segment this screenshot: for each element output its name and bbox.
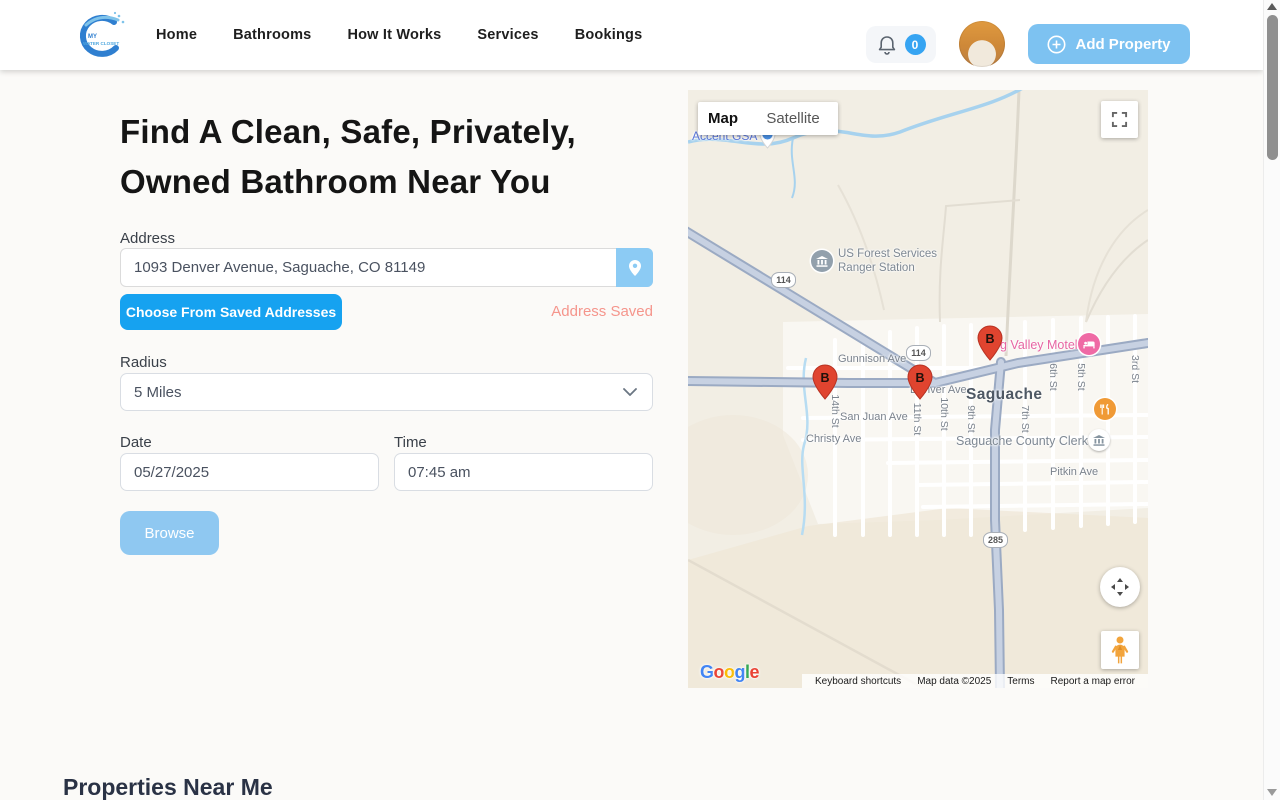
svg-text:B: B xyxy=(915,371,924,385)
map-label-pitkin-ave: Pitkin Ave xyxy=(1050,466,1098,478)
map-label-christy-ave: Christy Ave xyxy=(806,433,861,445)
ranger-station-line1: US Forest Services xyxy=(838,247,937,261)
government-building-icon xyxy=(811,250,833,272)
pan-control-button[interactable] xyxy=(1100,567,1140,607)
scrollbar-down-arrow[interactable] xyxy=(1267,789,1277,796)
google-logo[interactable]: Google xyxy=(700,662,759,683)
map-label-5th-st: 5th St xyxy=(1075,355,1087,399)
page-scrollbar[interactable] xyxy=(1263,0,1280,800)
avatar[interactable] xyxy=(959,21,1005,67)
county-clerk-building-icon xyxy=(1088,429,1110,451)
geolocate-button[interactable] xyxy=(616,248,653,287)
map-label-city-saguache: Saguache xyxy=(966,386,1042,404)
svg-text:B: B xyxy=(820,371,829,385)
logo[interactable]: MY WATER CLOSET xyxy=(72,10,128,62)
google-letter: g xyxy=(735,662,746,682)
map-label-11th-st: 11th St xyxy=(911,397,923,441)
bell-icon xyxy=(877,34,897,56)
address-saved-status: Address Saved xyxy=(487,303,653,320)
google-letter: o xyxy=(714,662,725,682)
browse-button[interactable]: Browse xyxy=(120,511,219,555)
choose-saved-addresses-button[interactable]: Choose From Saved Addresses xyxy=(120,294,342,330)
map-type-map-button[interactable]: Map xyxy=(698,102,748,135)
add-property-button[interactable]: Add Property xyxy=(1028,24,1190,64)
notification-count-badge: 0 xyxy=(905,34,926,55)
ranger-station-line2: Ranger Station xyxy=(838,261,937,275)
bathroom-marker-1[interactable]: B xyxy=(812,364,838,400)
main-nav: Home Bathrooms How It Works Services Boo… xyxy=(156,0,642,70)
route-shield-114-town: 114 xyxy=(906,345,931,361)
screen: MY WATER CLOSET Home Bathrooms How It Wo… xyxy=(0,0,1280,800)
map-label-3rd-st: 3rd St xyxy=(1129,347,1141,391)
chevron-down-icon xyxy=(623,388,637,396)
pegman-icon xyxy=(1109,635,1131,665)
map-label-valley-motel: g Valley Motel xyxy=(1000,338,1078,352)
nav-bathrooms[interactable]: Bathrooms xyxy=(233,27,311,43)
nav-services[interactable]: Services xyxy=(477,27,538,43)
properties-near-me-title: Properties Near Me xyxy=(63,774,273,800)
time-input-text[interactable] xyxy=(408,454,652,490)
address-label: Address xyxy=(120,230,175,247)
date-input-text[interactable] xyxy=(134,454,378,490)
map-label-gunnison-ave: Gunnison Ave xyxy=(838,353,906,365)
map-label-county-clerk: Saguache County Clerk xyxy=(956,434,1088,448)
map-attribution: Keyboard shortcuts Map data ©2025 Terms … xyxy=(802,674,1148,688)
fullscreen-icon xyxy=(1111,111,1128,128)
fullscreen-button[interactable] xyxy=(1101,101,1138,138)
pan-arrows-icon xyxy=(1108,575,1132,599)
map-label-ranger-station: US Forest Services Ranger Station xyxy=(838,247,937,275)
page-title-line1: Find A Clean, Safe, Privately, xyxy=(120,113,720,151)
date-label: Date xyxy=(120,434,152,451)
plus-circle-icon xyxy=(1047,35,1066,54)
route-shield-114-west: 114 xyxy=(771,272,796,288)
header: MY WATER CLOSET Home Bathrooms How It Wo… xyxy=(0,0,1263,70)
radius-value: 5 Miles xyxy=(134,384,182,401)
date-input[interactable] xyxy=(120,453,379,491)
report-map-error-link[interactable]: Report a map error xyxy=(1043,676,1143,687)
address-field-group xyxy=(120,248,653,287)
nav-home[interactable]: Home xyxy=(156,27,197,43)
logo-swoosh-icon: MY WATER CLOSET xyxy=(72,10,128,62)
map-type-satellite-button[interactable]: Satellite xyxy=(748,102,838,135)
google-letter: e xyxy=(750,662,760,682)
radius-select[interactable]: 5 Miles xyxy=(120,373,653,411)
map-label-san-juan-ave: San Juan Ave xyxy=(840,411,908,423)
nav-how-it-works[interactable]: How It Works xyxy=(347,27,441,43)
time-input[interactable] xyxy=(394,453,653,491)
svg-text:B: B xyxy=(985,332,994,346)
map-label-10th-st: 10th St xyxy=(938,392,950,436)
keyboard-shortcuts-link[interactable]: Keyboard shortcuts xyxy=(807,676,909,687)
map-type-control: Map Satellite xyxy=(698,102,838,135)
nav-bookings[interactable]: Bookings xyxy=(575,27,643,43)
notifications-button[interactable]: 0 xyxy=(866,26,936,63)
time-label: Time xyxy=(394,434,427,451)
google-letter: G xyxy=(700,662,714,682)
google-map[interactable]: Gunnison Ave Denver Ave San Juan Ave Chr… xyxy=(688,90,1148,688)
svg-text:MY: MY xyxy=(88,34,97,40)
route-shield-285: 285 xyxy=(983,532,1008,548)
scrollbar-thumb[interactable] xyxy=(1267,15,1278,160)
page-title-line2: Owned Bathroom Near You xyxy=(120,163,720,201)
map-label-6th-st: 6th St xyxy=(1047,355,1059,399)
map-data-text: Map data ©2025 xyxy=(909,676,999,687)
street-view-pegman-button[interactable] xyxy=(1101,631,1139,669)
bathroom-marker-3[interactable]: B xyxy=(977,325,1003,361)
svg-text:WATER CLOSET: WATER CLOSET xyxy=(83,41,119,46)
terms-link[interactable]: Terms xyxy=(999,676,1042,687)
restaurant-icon xyxy=(1094,398,1116,420)
address-input[interactable] xyxy=(120,248,653,287)
bathroom-marker-2[interactable]: B xyxy=(907,364,933,400)
lodging-icon xyxy=(1078,333,1100,355)
address-input-text[interactable] xyxy=(134,249,607,286)
scrollbar-up-arrow[interactable] xyxy=(1267,3,1277,10)
radius-label: Radius xyxy=(120,354,167,371)
add-property-label: Add Property xyxy=(1075,36,1170,53)
location-pin-icon xyxy=(628,259,642,277)
google-letter: o xyxy=(724,662,735,682)
